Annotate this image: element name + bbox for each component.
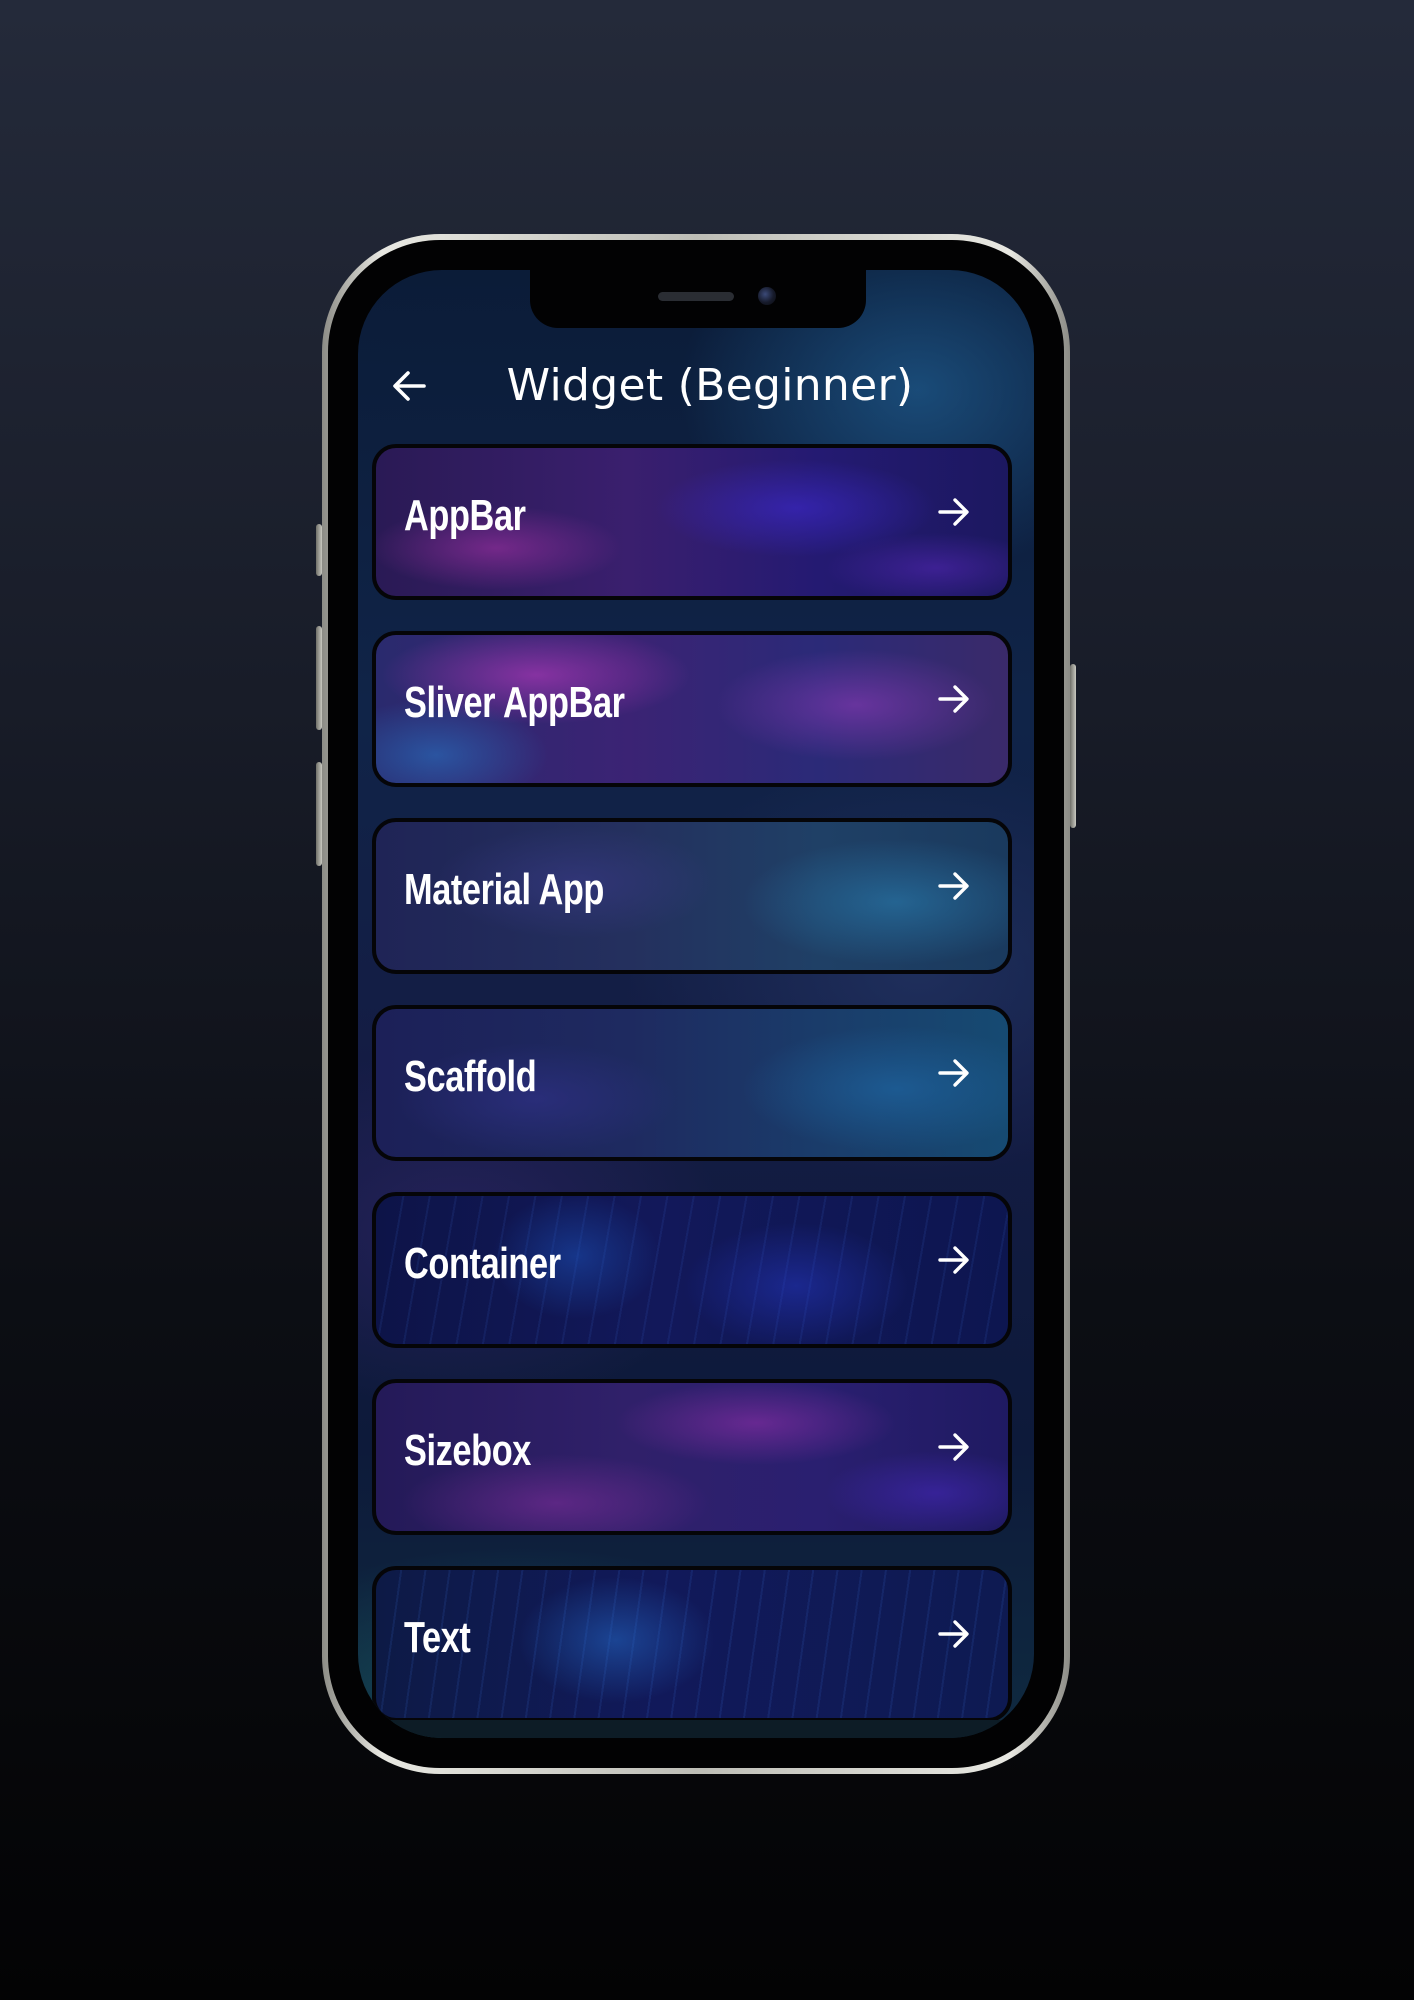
list-item-label: Sliver AppBar (404, 678, 625, 727)
list-item-label: AppBar (404, 491, 526, 540)
app-bar: Widget (Beginner) (358, 350, 1034, 420)
list-item-container[interactable]: Container (372, 1192, 1012, 1348)
bottom-inset (358, 1720, 1034, 1738)
page-title: Widget (Beginner) (506, 360, 914, 411)
arrow-right-icon (934, 492, 974, 532)
widget-list: AppBar Sliver AppBar Material App Scaffo… (372, 444, 1020, 1738)
arrow-right-icon (934, 1240, 974, 1280)
list-item-label: Container (404, 1239, 561, 1288)
speaker-grille (658, 292, 734, 301)
volume-up-button (316, 626, 322, 730)
list-item-label: Material App (404, 865, 605, 914)
list-item-sliver-appbar[interactable]: Sliver AppBar (372, 631, 1012, 787)
arrow-right-icon (934, 1053, 974, 1093)
arrow-right-icon (934, 679, 974, 719)
arrow-right-icon (934, 1614, 974, 1654)
power-button (1070, 664, 1076, 828)
volume-down-button (316, 762, 322, 866)
phone-frame: Widget (Beginner) AppBar Sliver AppBar M… (316, 234, 1076, 1774)
list-item-text[interactable]: Text (372, 1566, 1012, 1722)
arrow-right-icon (934, 866, 974, 906)
list-item-label: Sizebox (404, 1426, 531, 1475)
list-item-label: Scaffold (404, 1052, 537, 1101)
list-item-scaffold[interactable]: Scaffold (372, 1005, 1012, 1161)
list-item-label: Text (404, 1613, 471, 1662)
silent-switch (316, 524, 322, 576)
list-item-material-app[interactable]: Material App (372, 818, 1012, 974)
list-item-appbar[interactable]: AppBar (372, 444, 1012, 600)
screen: Widget (Beginner) AppBar Sliver AppBar M… (358, 270, 1034, 1738)
notch (530, 270, 866, 328)
arrow-right-icon (934, 1427, 974, 1467)
list-item-sizebox[interactable]: Sizebox (372, 1379, 1012, 1535)
front-camera (758, 287, 776, 305)
